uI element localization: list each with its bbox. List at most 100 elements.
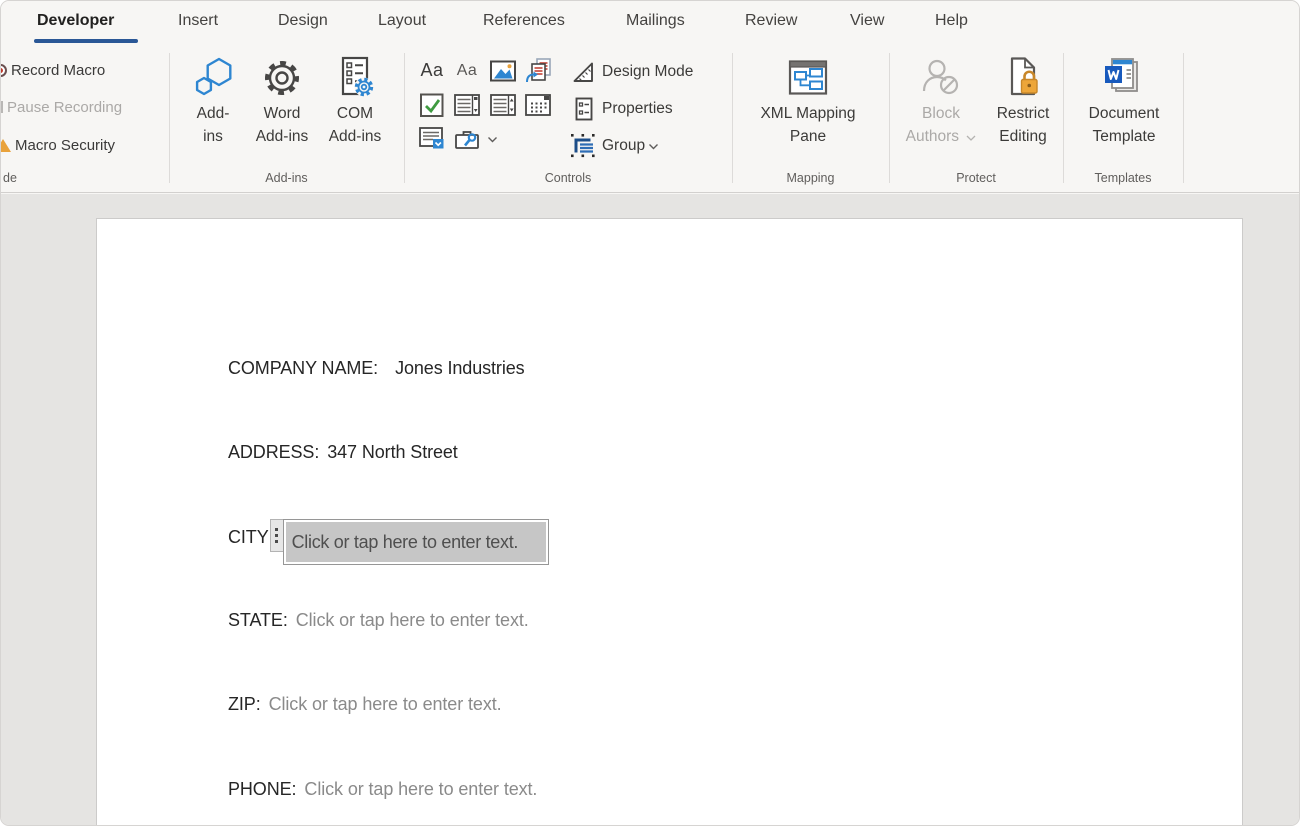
rich-text-control-icon: Aa bbox=[420, 60, 443, 81]
controls-group-label: Controls bbox=[404, 171, 732, 189]
document-template-label-line1: Document bbox=[1089, 102, 1160, 125]
macro-security-label: Macro Security bbox=[15, 137, 115, 154]
chevron-down-icon bbox=[966, 135, 976, 141]
word-window: Developer Insert Design Layout Reference… bbox=[0, 0, 1300, 826]
word-add-ins-button[interactable]: Word Add-ins bbox=[249, 54, 315, 148]
city-content-control[interactable]: Click or tap here to enter text. bbox=[283, 519, 549, 565]
xml-mapping-pane-button[interactable]: XML Mapping Pane bbox=[743, 54, 873, 148]
address-label: ADDRESS: bbox=[228, 442, 319, 462]
group-icon bbox=[569, 133, 596, 159]
properties-label: Properties bbox=[602, 100, 673, 118]
group-separator bbox=[732, 53, 733, 183]
record-macro-label: Record Macro bbox=[11, 62, 105, 79]
tab-help[interactable]: Help bbox=[935, 12, 968, 30]
restrict-editing-label-line2: Editing bbox=[999, 125, 1046, 148]
pause-recording-button: Pause Recording bbox=[1, 96, 122, 118]
date-picker-control-button[interactable] bbox=[521, 88, 555, 121]
tab-developer[interactable]: Developer bbox=[37, 12, 114, 30]
zip-label: ZIP: bbox=[228, 694, 261, 714]
state-label: STATE: bbox=[228, 610, 288, 630]
word-add-ins-label-line2: Add-ins bbox=[256, 125, 309, 148]
tab-design[interactable]: Design bbox=[278, 12, 328, 30]
check-box-control-button[interactable] bbox=[415, 88, 449, 121]
tab-insert[interactable]: Insert bbox=[178, 12, 218, 30]
tab-review[interactable]: Review bbox=[745, 12, 797, 30]
group-separator bbox=[1063, 53, 1064, 183]
design-mode-button[interactable]: Design Mode bbox=[569, 58, 693, 86]
record-macro-button[interactable]: Record Macro bbox=[1, 59, 105, 81]
word-document-icon bbox=[1101, 54, 1147, 102]
combo-box-control-icon bbox=[453, 91, 481, 119]
company-name-value[interactable]: Jones Industries bbox=[395, 358, 524, 378]
building-block-gallery-control-button[interactable] bbox=[521, 54, 555, 87]
block-authors-icon bbox=[918, 54, 964, 102]
developer-ribbon: Record Macro Pause Recording Macro Secur… bbox=[1, 48, 1299, 193]
city-label: CITY bbox=[228, 519, 269, 548]
content-control-handle[interactable] bbox=[270, 519, 284, 552]
mapping-group-label: Mapping bbox=[732, 171, 889, 189]
gear-icon bbox=[259, 54, 305, 102]
record-macro-icon bbox=[0, 64, 7, 77]
pause-recording-label: Pause Recording bbox=[7, 99, 122, 116]
templates-group-label: Templates bbox=[1063, 171, 1183, 189]
document-page[interactable]: COMPANY NAME: Jones Industries ADDRESS: 34… bbox=[96, 218, 1243, 826]
tab-view[interactable]: View bbox=[850, 12, 884, 30]
zip-placeholder[interactable]: Click or tap here to enter text. bbox=[269, 694, 502, 714]
xml-mapping-label-line2: Pane bbox=[790, 125, 826, 148]
address-row: ADDRESS: 347 North Street bbox=[228, 442, 458, 463]
company-name-row: COMPANY NAME: Jones Industries bbox=[228, 358, 525, 379]
add-ins-label-line2: ins bbox=[203, 125, 223, 148]
tab-references[interactable]: References bbox=[483, 12, 565, 30]
group-button[interactable]: Group bbox=[569, 132, 659, 160]
design-mode-icon bbox=[569, 59, 596, 85]
tab-mailings[interactable]: Mailings bbox=[626, 12, 685, 30]
add-ins-group-label: Add-ins bbox=[169, 171, 404, 189]
city-row: CITY Click or tap here to enter text. bbox=[228, 519, 549, 565]
state-placeholder[interactable]: Click or tap here to enter text. bbox=[296, 610, 529, 630]
picture-control-button[interactable] bbox=[486, 54, 520, 87]
plain-text-control-button[interactable]: Aa bbox=[450, 54, 484, 87]
group-label-text: Group bbox=[602, 137, 645, 155]
building-block-gallery-icon bbox=[524, 57, 552, 85]
date-picker-control-icon bbox=[524, 91, 552, 119]
drop-down-list-control-icon bbox=[489, 91, 517, 119]
repeating-section-control-icon bbox=[418, 125, 446, 153]
check-box-control-icon bbox=[418, 91, 446, 119]
restrict-editing-button[interactable]: Restrict Editing bbox=[987, 54, 1059, 148]
com-add-ins-icon bbox=[332, 54, 378, 102]
add-ins-label-line1: Add- bbox=[197, 102, 230, 125]
design-mode-label: Design Mode bbox=[602, 63, 693, 81]
document-template-button[interactable]: Document Template bbox=[1071, 54, 1177, 148]
state-row: STATE: Click or tap here to enter text. bbox=[228, 610, 529, 631]
restrict-editing-label-line1: Restrict bbox=[997, 102, 1050, 125]
properties-icon bbox=[569, 96, 596, 122]
block-authors-label-line1: Block bbox=[922, 102, 960, 125]
legacy-tools-button[interactable] bbox=[450, 122, 484, 155]
phone-label: PHONE: bbox=[228, 779, 296, 799]
add-ins-hexagon-icon bbox=[190, 54, 236, 102]
word-add-ins-label-line1: Word bbox=[264, 102, 301, 125]
warning-triangle-icon bbox=[0, 139, 11, 152]
group-separator bbox=[1183, 53, 1184, 183]
repeating-section-control-button[interactable] bbox=[415, 122, 449, 155]
document-canvas: COMPANY NAME: Jones Industries ADDRESS: 34… bbox=[1, 194, 1299, 826]
tab-layout[interactable]: Layout bbox=[378, 12, 426, 30]
chevron-down-icon[interactable] bbox=[487, 136, 498, 143]
ribbon-tab-bar: Developer Insert Design Layout Reference… bbox=[1, 1, 1299, 48]
macro-security-button[interactable]: Macro Security bbox=[1, 134, 115, 156]
rich-text-control-button[interactable]: Aa bbox=[415, 54, 449, 87]
com-add-ins-label-line1: COM bbox=[337, 102, 373, 125]
add-ins-button[interactable]: Add- ins bbox=[184, 54, 242, 148]
com-add-ins-button[interactable]: COM Add-ins bbox=[319, 54, 391, 148]
combo-box-control-button[interactable] bbox=[450, 88, 484, 121]
phone-placeholder[interactable]: Click or tap here to enter text. bbox=[304, 779, 537, 799]
xml-mapping-label-line1: XML Mapping bbox=[760, 102, 855, 125]
company-name-label: COMPANY NAME: bbox=[228, 358, 378, 378]
xml-mapping-icon bbox=[785, 54, 831, 102]
document-template-label-line2: Template bbox=[1093, 125, 1156, 148]
active-tab-indicator bbox=[34, 39, 138, 43]
properties-button[interactable]: Properties bbox=[569, 95, 673, 123]
address-value[interactable]: 347 North Street bbox=[327, 442, 457, 462]
drop-down-list-control-button[interactable] bbox=[486, 88, 520, 121]
block-authors-label-line2: Authors bbox=[906, 125, 977, 148]
